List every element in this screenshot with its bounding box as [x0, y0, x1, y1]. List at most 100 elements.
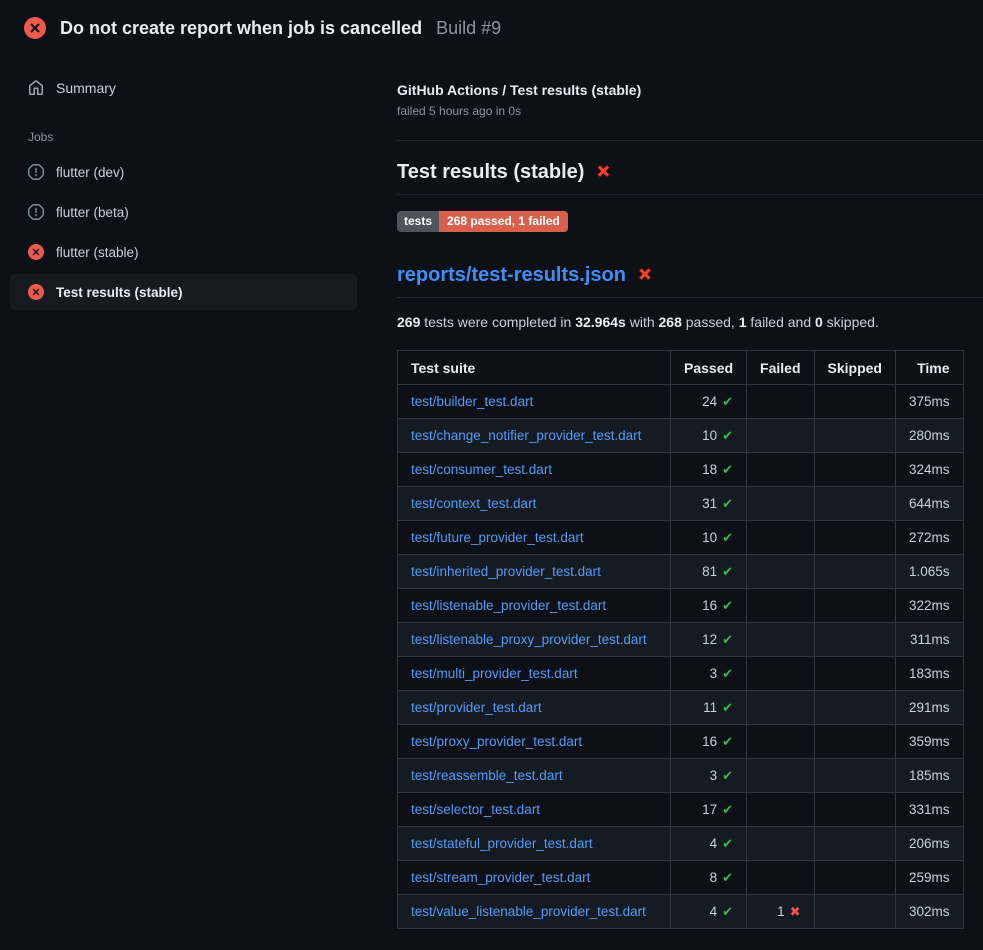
check-icon: ✔ — [722, 700, 733, 715]
column-header-passed: Passed — [671, 351, 747, 385]
table-row: test/multi_provider_test.dart 3✔ ✖ 183ms — [398, 657, 964, 691]
test-suite-link[interactable]: test/reassemble_test.dart — [411, 768, 563, 783]
skipped-cell — [814, 725, 895, 759]
skipped-cell — [814, 521, 895, 555]
test-suite-link[interactable]: test/listenable_proxy_provider_test.dart — [411, 632, 647, 647]
failed-cell: ✖ — [747, 725, 814, 759]
passed-cell: 10✔ — [671, 419, 747, 453]
summary-number: 269 — [397, 314, 420, 330]
x-circle-icon — [24, 17, 46, 39]
main-content: GitHub Actions / Test results (stable) f… — [373, 52, 983, 929]
test-suite-link[interactable]: test/future_provider_test.dart — [411, 530, 584, 545]
failed-cell: ✖ — [747, 521, 814, 555]
check-icon: ✔ — [722, 564, 733, 579]
passed-cell: 11✔ — [671, 691, 747, 725]
page-header: Do not create report when job is cancell… — [0, 0, 983, 52]
sidebar-job-label: flutter (beta) — [56, 205, 129, 220]
time-cell: 291ms — [895, 691, 963, 725]
table-row: test/context_test.dart 31✔ ✖ 644ms — [398, 487, 964, 521]
skipped-cell — [814, 555, 895, 589]
test-suite-link[interactable]: test/consumer_test.dart — [411, 462, 552, 477]
check-icon: ✔ — [722, 870, 733, 885]
test-suite-link[interactable]: test/value_listenable_provider_test.dart — [411, 904, 646, 919]
sidebar-job-item[interactable]: flutter (stable) — [10, 234, 357, 270]
report-title: reports/test-results.json ✖ — [397, 264, 983, 298]
check-icon: ✔ — [722, 496, 733, 511]
test-suite-link[interactable]: test/listenable_provider_test.dart — [411, 598, 606, 613]
skipped-cell — [814, 861, 895, 895]
passed-cell: 31✔ — [671, 487, 747, 521]
run-status-line: failed 5 hours ago in 0s — [397, 104, 983, 118]
passed-cell: 16✔ — [671, 589, 747, 623]
summary-number: 32.964s — [575, 314, 626, 330]
test-suite-link[interactable]: test/proxy_provider_test.dart — [411, 734, 582, 749]
passed-cell: 4✔ — [671, 895, 747, 929]
section-title: Test results (stable) ✖ — [397, 161, 983, 195]
run-summary: 269 tests were completed in 32.964s with… — [397, 314, 983, 330]
sidebar-summary-label: Summary — [56, 80, 116, 96]
failed-cell: ✖ — [747, 657, 814, 691]
test-suite-link[interactable]: test/inherited_provider_test.dart — [411, 564, 601, 579]
time-cell: 185ms — [895, 759, 963, 793]
cross-mark-icon: ✖ — [637, 266, 653, 285]
failed-cell: ✖ — [747, 623, 814, 657]
test-suite-link[interactable]: test/stateful_provider_test.dart — [411, 836, 593, 851]
sidebar-job-item[interactable]: Test results (stable) — [10, 274, 357, 310]
passed-cell: 81✔ — [671, 555, 747, 589]
passed-cell: 17✔ — [671, 793, 747, 827]
column-header-test-suite: Test suite — [398, 351, 671, 385]
test-suite-link[interactable]: test/context_test.dart — [411, 496, 536, 511]
check-icon: ✔ — [722, 836, 733, 851]
test-suite-link[interactable]: test/multi_provider_test.dart — [411, 666, 578, 681]
sidebar-job-item[interactable]: flutter (beta) — [10, 194, 357, 230]
column-header-failed: Failed — [747, 351, 814, 385]
skipped-cell — [814, 589, 895, 623]
summary-text: tests were completed in — [420, 314, 575, 330]
failed-cell: ✖ — [747, 589, 814, 623]
failed-cell: ✖ — [747, 691, 814, 725]
time-cell: 331ms — [895, 793, 963, 827]
passed-cell: 3✔ — [671, 759, 747, 793]
check-icon: ✔ — [722, 904, 733, 919]
failed-cell: ✖ — [747, 827, 814, 861]
sidebar-item-summary[interactable]: Summary — [10, 74, 357, 102]
report-file-link[interactable]: reports/test-results.json — [397, 264, 626, 287]
test-suite-link[interactable]: test/builder_test.dart — [411, 394, 533, 409]
jobs-section-label: Jobs — [28, 130, 357, 144]
summary-number: 1 — [739, 314, 747, 330]
sidebar-job-label: flutter (dev) — [56, 165, 124, 180]
test-suite-link[interactable]: test/change_notifier_provider_test.dart — [411, 428, 641, 443]
table-header-row: Test suite Passed Failed Skipped Time — [398, 351, 964, 385]
section-title-text: Test results (stable) — [397, 161, 584, 184]
check-icon: ✔ — [722, 428, 733, 443]
time-cell: 302ms — [895, 895, 963, 929]
time-cell: 206ms — [895, 827, 963, 861]
skipped-cell — [814, 385, 895, 419]
sidebar-job-item[interactable]: flutter (dev) — [10, 154, 357, 190]
table-row: test/value_listenable_provider_test.dart… — [398, 895, 964, 929]
home-icon — [28, 80, 44, 96]
section-divider — [397, 140, 983, 141]
cross-mark-icon: ✖ — [595, 163, 611, 182]
build-number: Build #9 — [436, 18, 501, 39]
x-circle-icon — [28, 244, 44, 260]
sidebar: Summary Jobs flutter (dev) flutter (beta… — [0, 52, 373, 314]
check-icon: ✔ — [722, 598, 733, 613]
summary-text: with — [626, 314, 659, 330]
test-suite-link[interactable]: test/selector_test.dart — [411, 802, 540, 817]
tests-badge: tests 268 passed, 1 failed — [397, 211, 568, 232]
check-icon: ✔ — [722, 768, 733, 783]
check-icon: ✔ — [722, 530, 733, 545]
stop-icon — [28, 164, 44, 180]
check-icon: ✔ — [722, 666, 733, 681]
passed-cell: 3✔ — [671, 657, 747, 691]
skipped-cell — [814, 827, 895, 861]
time-cell: 259ms — [895, 861, 963, 895]
check-icon: ✔ — [722, 632, 733, 647]
test-suite-link[interactable]: test/stream_provider_test.dart — [411, 870, 590, 885]
test-suite-link[interactable]: test/provider_test.dart — [411, 700, 542, 715]
failed-cell: ✖ — [747, 759, 814, 793]
failed-cell: ✖ — [747, 861, 814, 895]
skipped-cell — [814, 657, 895, 691]
table-row: test/stateful_provider_test.dart 4✔ ✖ 20… — [398, 827, 964, 861]
